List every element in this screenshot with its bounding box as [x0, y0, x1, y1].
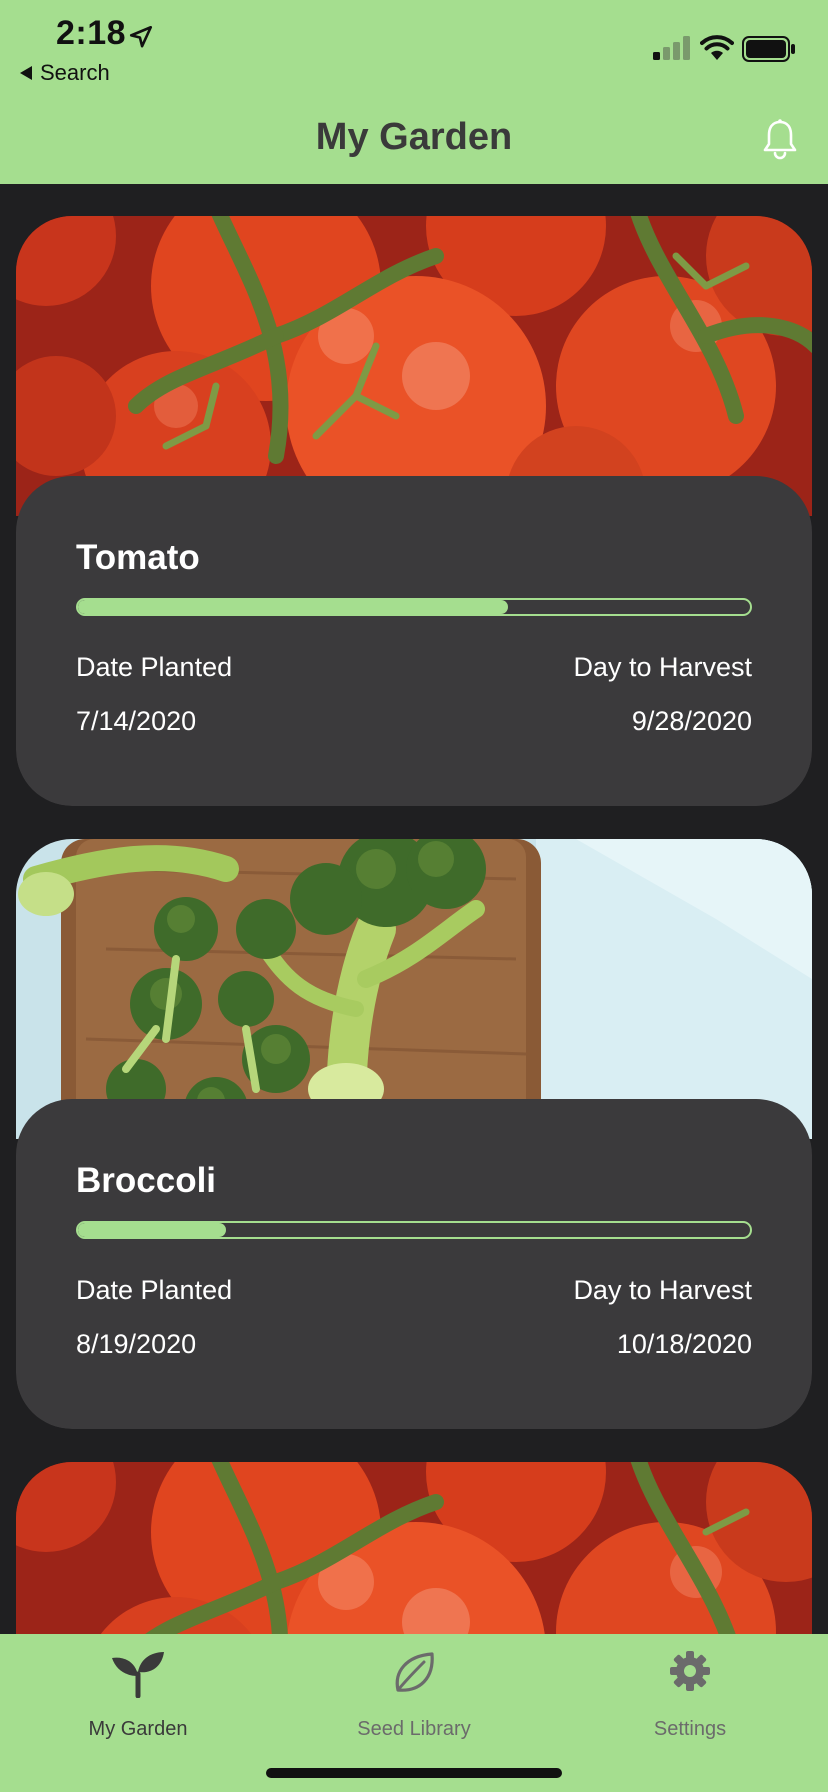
back-label: Search — [40, 60, 110, 85]
tab-label: Seed Library — [357, 1718, 471, 1740]
wifi-icon — [700, 35, 734, 60]
sprout-icon — [112, 1652, 164, 1698]
date-planted-value: 7/14/2020 — [76, 706, 197, 736]
day-to-harvest-label: Day to Harvest — [573, 652, 752, 682]
day-to-harvest-label: Day to Harvest — [573, 1275, 752, 1305]
plant-info-panel: Tomato Date Planted Day to Harvest 7/14/… — [16, 476, 812, 806]
plant-card-tomato[interactable]: Tomato Date Planted Day to Harvest 7/14/… — [16, 216, 812, 806]
harvest-date-value: 9/28/2020 — [631, 706, 752, 736]
tab-seed-library[interactable]: Seed Library — [276, 1634, 552, 1764]
plant-info-panel: Broccoli Date Planted Day to Harvest 8/1… — [16, 1099, 812, 1429]
plant-card-broccoli[interactable]: Broccoli Date Planted Day to Harvest 8/1… — [16, 839, 812, 1429]
plant-name: Tomato — [76, 538, 200, 577]
growth-progress-bar — [76, 598, 752, 616]
page-title: My Garden — [315, 116, 513, 158]
plant-name: Broccoli — [76, 1161, 217, 1200]
growth-progress-fill — [78, 600, 509, 614]
harvest-date-value: 10/18/2020 — [616, 1329, 752, 1359]
growth-progress-fill — [78, 1223, 226, 1237]
status-time: 2:18 — [56, 14, 127, 52]
leaf-icon — [395, 1652, 434, 1692]
broccoli-photo — [16, 839, 812, 1139]
bell-icon[interactable] — [762, 118, 798, 160]
tab-label: Settings — [653, 1718, 727, 1740]
tab-settings[interactable]: Settings — [552, 1634, 828, 1764]
growth-progress-bar — [76, 1221, 752, 1239]
home-indicator — [266, 1768, 562, 1778]
back-to-search-link[interactable]: Search — [20, 60, 110, 86]
battery-icon — [742, 36, 795, 62]
top-bar: 2:18 Search My Garden — [0, 0, 828, 184]
date-planted-label: Date Planted — [76, 652, 233, 682]
back-triangle-icon — [20, 66, 32, 80]
location-arrow-icon — [129, 25, 153, 48]
gear-icon — [670, 1651, 710, 1691]
tomato-photo — [16, 216, 812, 516]
date-planted-label: Date Planted — [76, 1275, 233, 1305]
tab-my-garden[interactable]: My Garden — [0, 1634, 276, 1764]
cellular-signal-icon — [653, 36, 690, 60]
tab-label: My Garden — [88, 1718, 188, 1740]
date-planted-value: 8/19/2020 — [76, 1329, 197, 1359]
my-garden-screen: 2:18 Search My Garden Tomato Date Plante… — [0, 0, 828, 1792]
